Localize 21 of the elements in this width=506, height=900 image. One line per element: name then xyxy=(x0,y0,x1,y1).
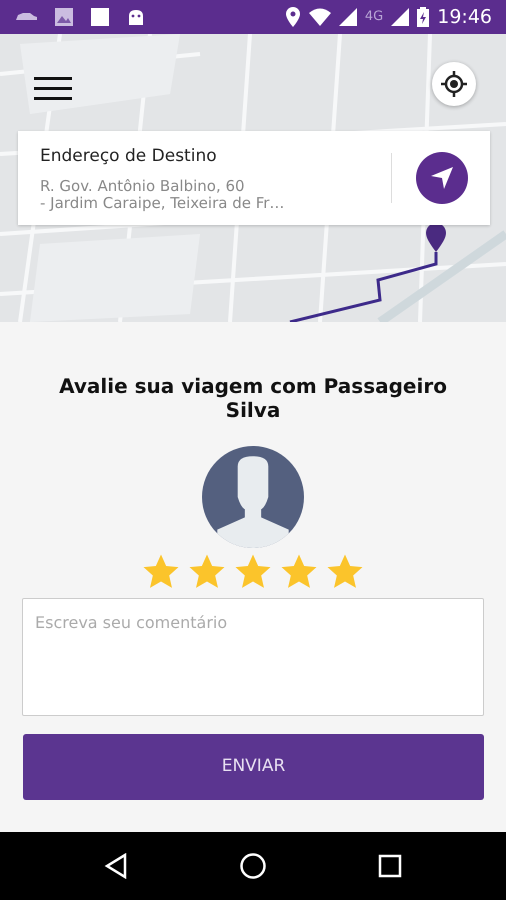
image-icon xyxy=(54,7,74,27)
destination-label: Endereço de Destino xyxy=(40,145,218,168)
home-icon[interactable] xyxy=(238,852,267,880)
navigate-button[interactable] xyxy=(416,152,468,204)
send-button[interactable]: ENVIAR xyxy=(23,734,484,800)
comment-field[interactable]: Escreva seu comentário xyxy=(22,598,484,716)
square-icon xyxy=(90,7,110,27)
wifi-icon xyxy=(308,8,331,26)
recents-icon[interactable] xyxy=(378,854,402,878)
signal-icon xyxy=(391,8,410,26)
destination-pin-icon xyxy=(426,223,446,252)
location-icon xyxy=(284,7,301,27)
destination-address: R. Gov. Antônio Balbino, 60 - Jardim Caraipe, Teixeira de Fr… xyxy=(40,178,286,212)
network-type: 4G xyxy=(364,8,384,26)
destination-card[interactable]: Endereço de Destino R. Gov. Antônio Balbino, 60 - Jardim Caraipe, Teixeira de Fr… xyxy=(18,131,490,225)
signal-icon xyxy=(338,8,357,26)
clock-time: 19:46 xyxy=(437,4,492,30)
back-icon[interactable] xyxy=(104,853,128,879)
crosshair-icon xyxy=(440,70,468,98)
rating-title: Avalie sua viagem com Passageiro Silva xyxy=(58,373,448,422)
battery-icon xyxy=(417,7,430,27)
